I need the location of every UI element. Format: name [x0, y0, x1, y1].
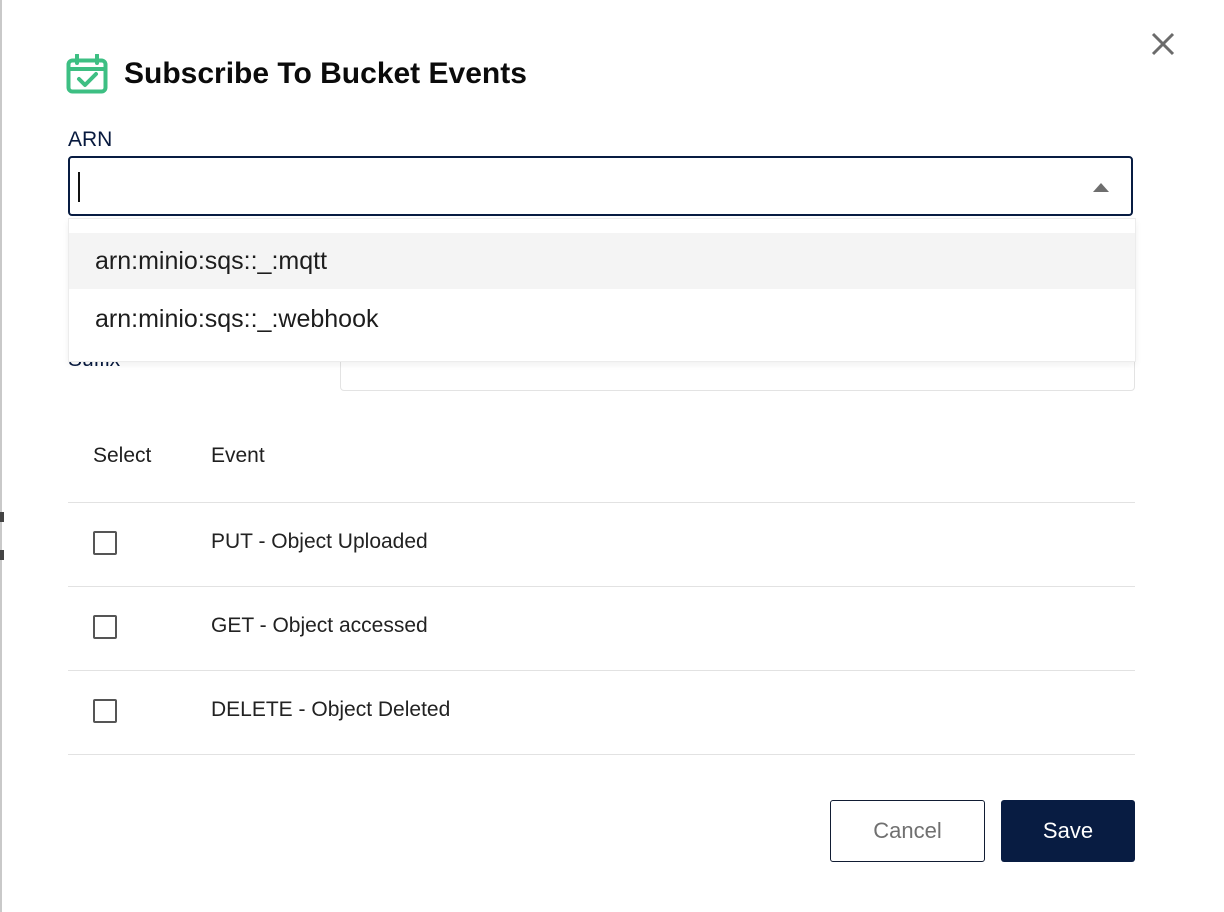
table-row: PUT - Object Uploaded: [68, 503, 1135, 587]
event-checkbox[interactable]: [93, 531, 117, 555]
table-row: DELETE - Object Deleted: [68, 671, 1135, 755]
column-header-select: Select: [93, 444, 152, 467]
table-row: GET - Object accessed: [68, 587, 1135, 671]
event-label: DELETE - Object Deleted: [211, 698, 451, 721]
table-divider: [68, 754, 1135, 755]
background-edge: [0, 0, 2, 912]
calendar-check-icon: [66, 53, 108, 94]
arn-label: ARN: [68, 128, 113, 151]
caret-up-icon[interactable]: [1093, 183, 1109, 192]
event-label: PUT - Object Uploaded: [211, 530, 428, 553]
save-button[interactable]: Save: [1001, 800, 1135, 862]
column-header-event: Event: [211, 444, 265, 467]
arn-option-webhook[interactable]: arn:minio:sqs::_:webhook: [69, 291, 1135, 347]
event-checkbox[interactable]: [93, 615, 117, 639]
background-text-fragment: [0, 550, 4, 560]
close-button[interactable]: [1148, 29, 1178, 59]
event-label: GET - Object accessed: [211, 614, 428, 637]
arn-dropdown-menu: arn:minio:sqs::_:mqtt arn:minio:sqs::_:w…: [68, 218, 1136, 362]
arn-option-mqtt[interactable]: arn:minio:sqs::_:mqtt: [69, 233, 1135, 289]
event-checkbox[interactable]: [93, 699, 117, 723]
arn-select-input[interactable]: [68, 156, 1133, 216]
cancel-button[interactable]: Cancel: [830, 800, 985, 862]
background-text-fragment: [0, 512, 4, 522]
dialog-title: Subscribe To Bucket Events: [124, 57, 527, 90]
text-cursor: [78, 172, 80, 202]
close-icon[interactable]: [1148, 29, 1178, 59]
